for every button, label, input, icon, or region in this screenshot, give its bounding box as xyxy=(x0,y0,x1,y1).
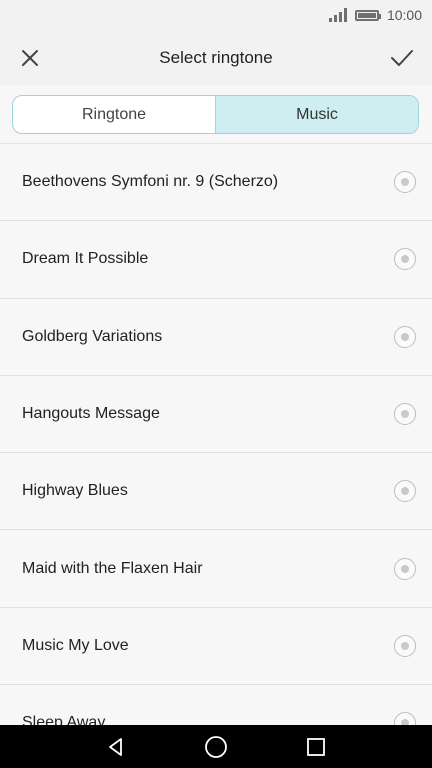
radio-button[interactable] xyxy=(394,171,416,194)
list-item-label: Maid with the Flaxen Hair xyxy=(22,559,203,577)
list-item[interactable]: Sleep Away xyxy=(0,685,432,726)
list-item[interactable]: Maid with the Flaxen Hair xyxy=(0,530,432,608)
radio-button[interactable] xyxy=(394,557,416,580)
ringtone-list[interactable]: Beethovens Symfoni nr. 9 (Scherzo) Dream… xyxy=(0,143,432,726)
tab-music[interactable]: Music xyxy=(215,96,418,133)
list-item-label: Beethovens Symfoni nr. 9 (Scherzo) xyxy=(22,173,279,191)
recents-button[interactable] xyxy=(301,732,331,762)
radio-button[interactable] xyxy=(394,480,416,503)
list-item[interactable]: Highway Blues xyxy=(0,453,432,531)
back-button[interactable] xyxy=(101,732,131,762)
home-icon xyxy=(205,735,227,758)
confirm-button[interactable] xyxy=(372,30,432,85)
signal-icon xyxy=(328,8,347,22)
home-button[interactable] xyxy=(201,732,231,762)
list-item[interactable]: Goldberg Variations xyxy=(0,299,432,376)
tab-music-label: Music xyxy=(296,105,338,123)
close-button[interactable] xyxy=(0,30,60,85)
list-item[interactable]: Music My Love xyxy=(0,608,432,686)
list-item-label: Music My Love xyxy=(22,636,129,654)
list-item-label: Goldberg Variations xyxy=(22,327,163,345)
list-item[interactable]: Dream It Possible xyxy=(0,221,432,299)
tab-ringtone[interactable]: Ringtone xyxy=(13,96,215,133)
radio-button[interactable] xyxy=(394,712,416,726)
back-icon xyxy=(109,737,122,756)
recents-icon xyxy=(307,737,325,756)
close-icon xyxy=(22,49,38,66)
page-title: Select ringtone xyxy=(159,47,273,67)
radio-button[interactable] xyxy=(394,403,416,426)
list-item-label: Highway Blues xyxy=(22,482,128,500)
tab-ringtone-label: Ringtone xyxy=(81,105,147,123)
list-item-label: Dream It Possible xyxy=(22,250,149,268)
radio-button[interactable] xyxy=(394,325,416,348)
system-nav-bar xyxy=(0,725,432,768)
list-item[interactable]: Hangouts Message xyxy=(0,376,432,454)
status-time: 10:00 xyxy=(386,7,422,23)
list-item[interactable]: Beethovens Symfoni nr. 9 (Scherzo) xyxy=(0,144,432,222)
status-bar: 10:00 xyxy=(0,0,432,30)
radio-button[interactable] xyxy=(394,634,416,657)
check-icon xyxy=(391,49,413,66)
battery-icon xyxy=(354,9,381,21)
app-header: Select ringtone xyxy=(0,30,432,85)
tab-bar: Ringtone Music xyxy=(12,95,419,134)
list-item-label: Hangouts Message xyxy=(22,405,160,423)
radio-button[interactable] xyxy=(394,248,416,271)
